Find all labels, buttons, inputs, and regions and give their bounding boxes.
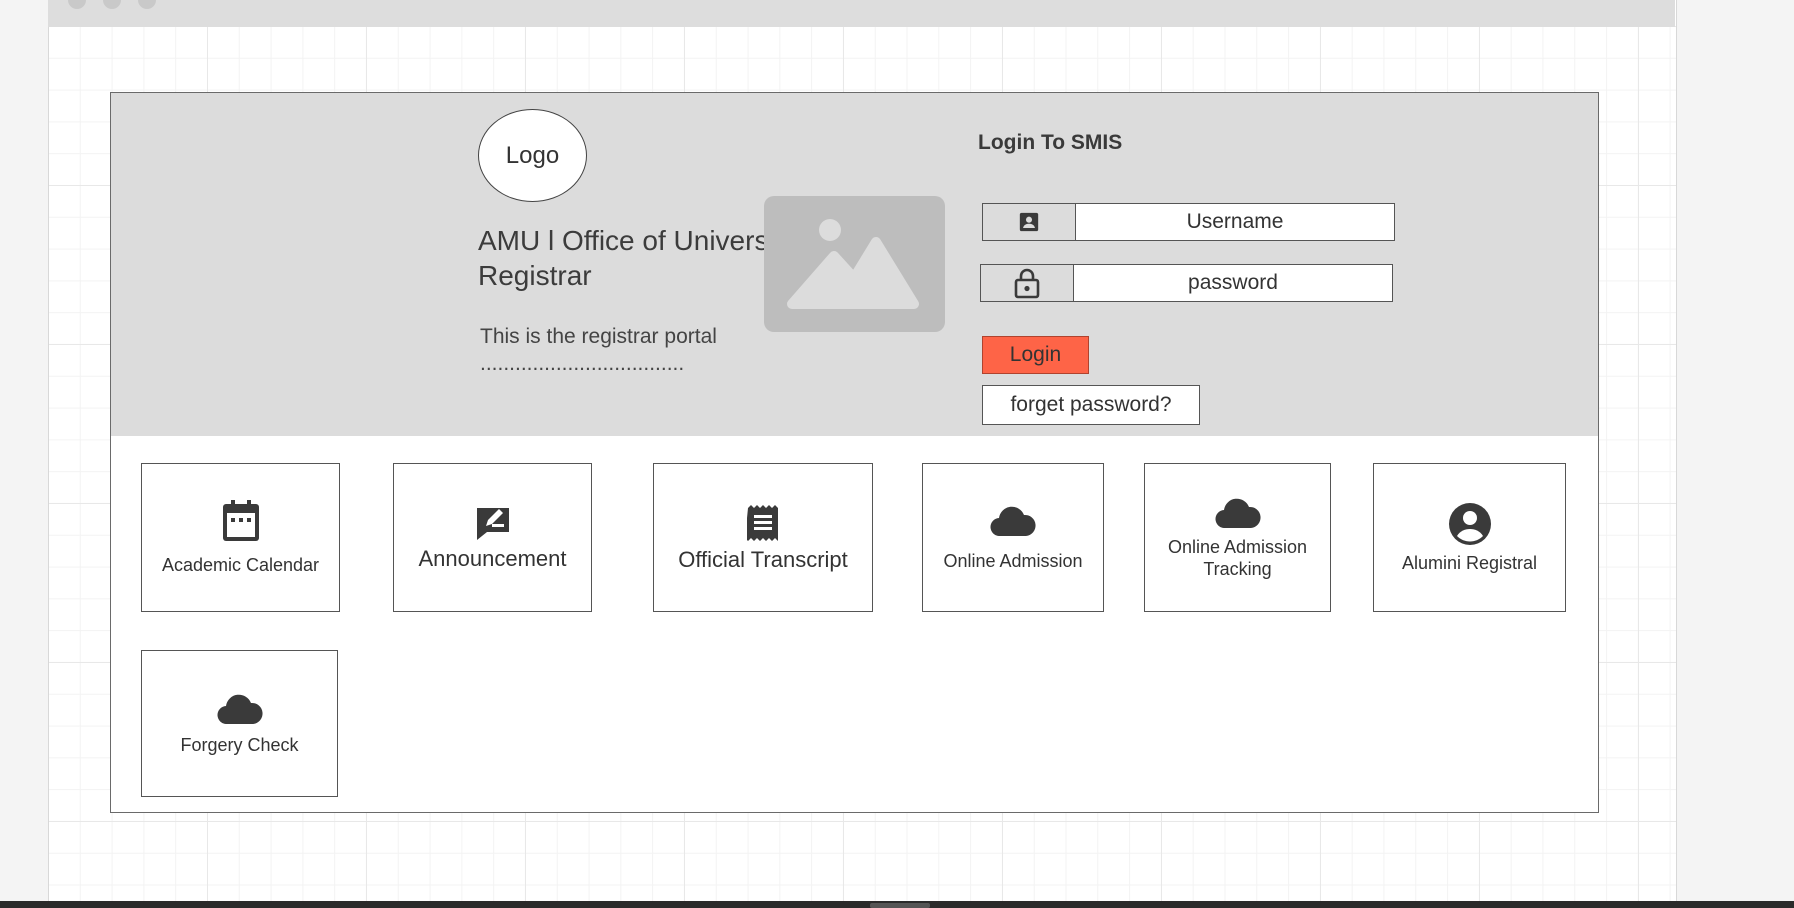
password-field xyxy=(980,264,1393,302)
window-minimize-dot[interactable] xyxy=(103,0,121,9)
account-circle-icon xyxy=(1448,502,1491,545)
window-close-dot[interactable] xyxy=(68,0,86,9)
edit-note-icon xyxy=(476,507,509,540)
receipt-icon xyxy=(747,504,778,541)
hero-section: Logo AMU l Office of University Registra… xyxy=(111,93,1598,436)
portal-description: This is the registrar portal ...........… xyxy=(480,325,717,375)
username-field xyxy=(982,203,1395,241)
contact-card-icon xyxy=(983,204,1076,240)
tile-label: Online Admission Tracking xyxy=(1167,536,1308,579)
tile-label: Announcement xyxy=(418,545,567,571)
tile-online-admission-tracking[interactable]: Online Admission Tracking xyxy=(1144,463,1331,612)
tile-announcement[interactable]: Announcement xyxy=(393,463,592,612)
registrar-page: Logo AMU l Office of University Registra… xyxy=(110,92,1599,813)
calendar-icon xyxy=(222,499,259,541)
tile-forgery-check[interactable]: Forgery Check xyxy=(141,650,338,797)
tile-label: Official Transcript xyxy=(678,546,848,572)
cloud-icon xyxy=(990,506,1036,536)
cloud-icon xyxy=(217,694,263,724)
bottom-bar xyxy=(0,901,1794,908)
login-button[interactable]: Login xyxy=(982,336,1089,374)
window-maximize-dot[interactable] xyxy=(138,0,156,9)
scrollbar-thumb[interactable] xyxy=(870,903,930,908)
window-titlebar xyxy=(48,0,1675,27)
image-placeholder-icon xyxy=(764,196,945,332)
tile-academic-calendar[interactable]: Academic Calendar xyxy=(141,463,340,612)
tile-label: Academic Calendar xyxy=(161,554,320,575)
tile-label: Forgery Check xyxy=(180,734,299,755)
login-heading: Login To SMIS xyxy=(978,131,1123,154)
logo: Logo xyxy=(478,109,587,202)
lock-icon xyxy=(981,265,1074,301)
password-input[interactable] xyxy=(1074,265,1392,301)
forgot-password-button[interactable]: forget password? xyxy=(982,385,1200,425)
username-input[interactable] xyxy=(1076,204,1394,240)
tile-online-admission[interactable]: Online Admission xyxy=(922,463,1104,612)
tile-official-transcript[interactable]: Official Transcript xyxy=(653,463,873,612)
tile-label: Online Admission xyxy=(943,550,1083,571)
cloud-icon xyxy=(1215,498,1261,528)
tile-label: Alumini Registral xyxy=(1401,552,1538,573)
tile-alumini-registral[interactable]: Alumini Registral xyxy=(1373,463,1566,612)
